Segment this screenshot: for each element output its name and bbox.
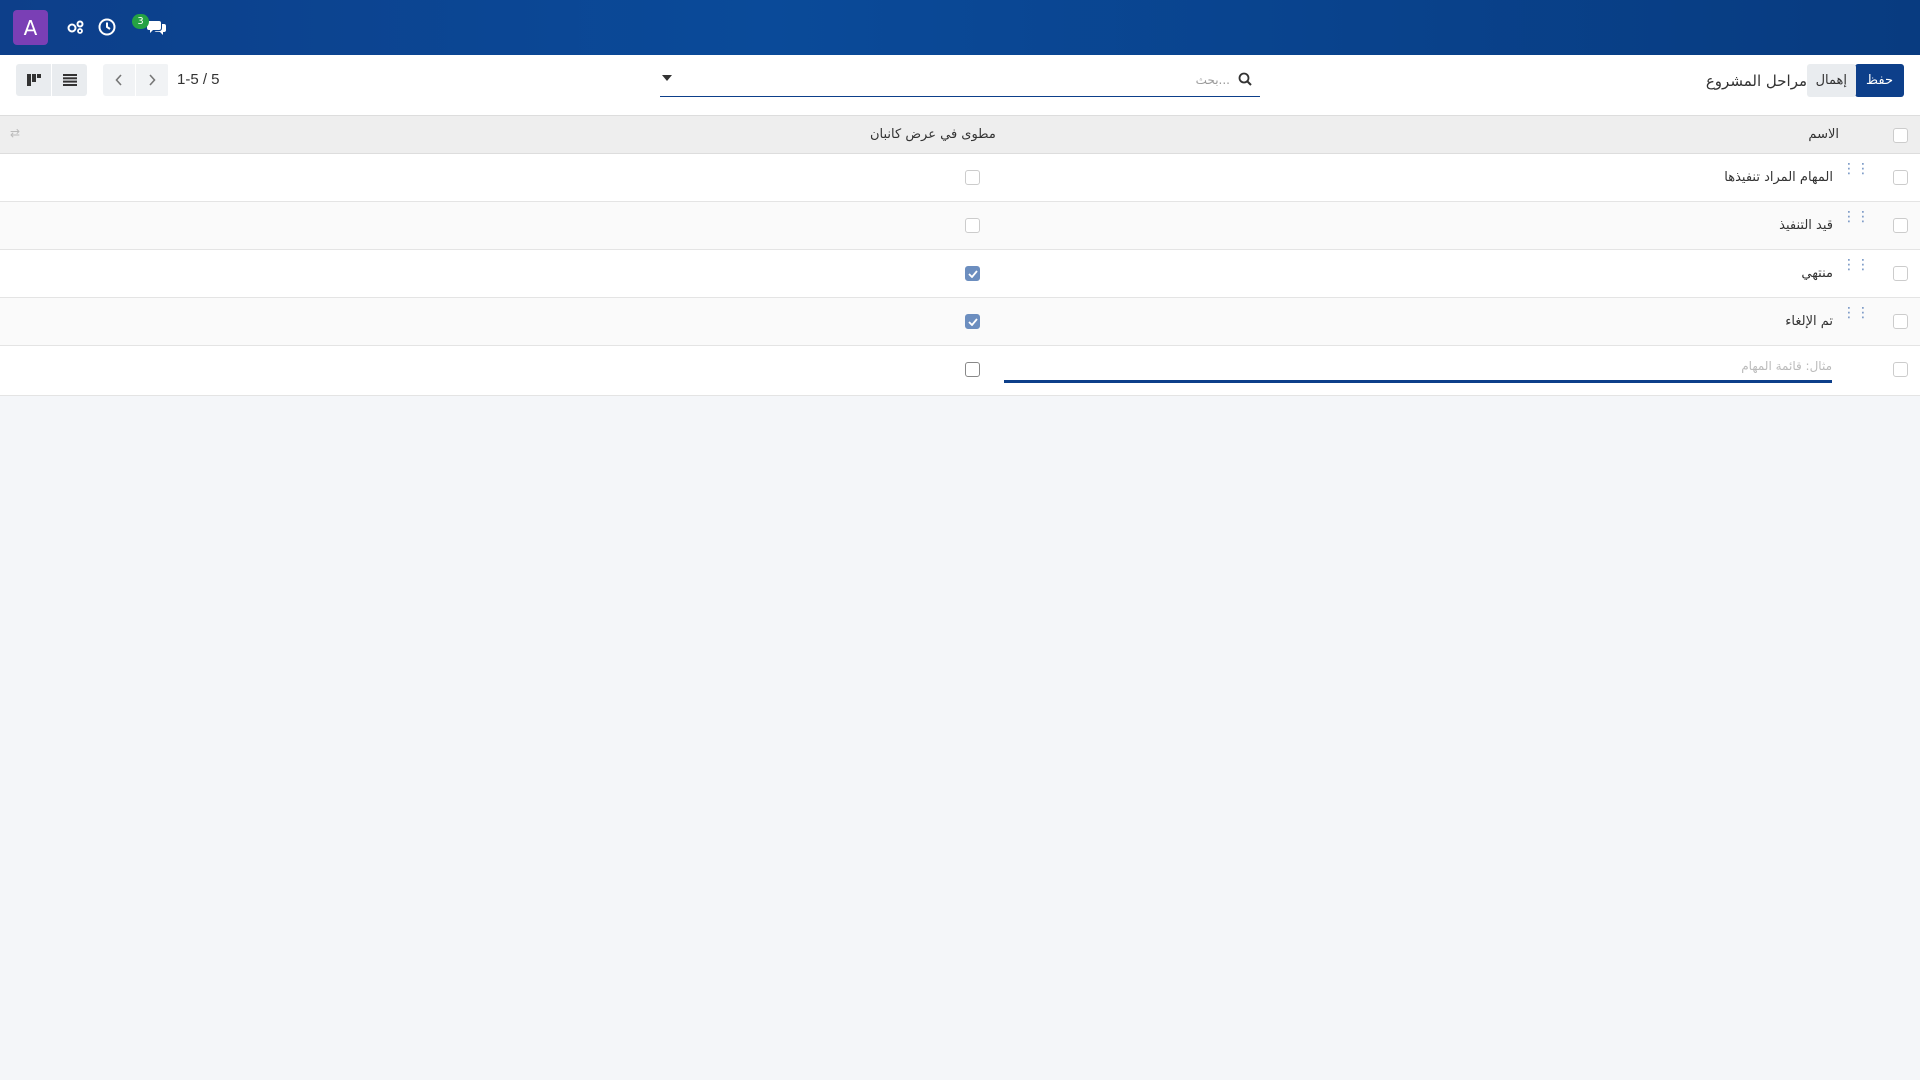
kanban-icon: [26, 74, 41, 86]
checkmark-icon: [967, 317, 978, 326]
list-view-button[interactable]: [52, 64, 87, 96]
fold-checkbox[interactable]: [965, 170, 980, 185]
row-checkbox[interactable]: [1893, 266, 1908, 281]
row-checkbox[interactable]: [1893, 170, 1908, 185]
top-navbar: A: [0, 0, 1920, 55]
drag-handle-icon[interactable]: ⋮⋮: [1842, 306, 1870, 320]
row-checkbox[interactable]: [1893, 218, 1908, 233]
optional-columns-toggle-icon[interactable]: ⇄: [10, 126, 20, 140]
pager-navigation: [103, 64, 169, 96]
avatar[interactable]: A: [13, 10, 48, 45]
new-row-editor[interactable]: مثال: قائمة المهام: [0, 346, 1920, 396]
fold-checkbox[interactable]: [965, 266, 980, 281]
fold-checkbox[interactable]: [965, 314, 980, 329]
stage-name-cell[interactable]: قيد التنفيذ: [1779, 218, 1833, 233]
chevron-right-icon: [149, 74, 156, 86]
table-row[interactable]: ⋮⋮ تم الإلغاء: [0, 298, 1920, 346]
new-stage-name-placeholder: مثال: قائمة المهام: [1741, 359, 1832, 373]
list-icon: [62, 74, 77, 86]
pager-value[interactable]: 1-5 / 5: [177, 71, 220, 88]
table-row[interactable]: ⋮⋮ منتهي: [0, 250, 1920, 298]
table-body: ⋮⋮ المهام المراد تنفيذها ⋮⋮ قيد التنفيذ …: [0, 154, 1920, 346]
chevron-left-icon: [115, 74, 122, 86]
table-row[interactable]: ⋮⋮ قيد التنفيذ: [0, 202, 1920, 250]
pager-next-button[interactable]: [136, 64, 168, 96]
drag-handle-icon[interactable]: ⋮⋮: [1842, 258, 1870, 272]
new-stage-name-input[interactable]: مثال: قائمة المهام: [1004, 356, 1832, 383]
discard-button[interactable]: إهمال: [1806, 64, 1856, 97]
messages-count-badge: 3: [132, 14, 149, 29]
search-input[interactable]: بحث...: [1196, 73, 1230, 87]
select-all-checkbox[interactable]: [1893, 128, 1908, 143]
fold-checkbox[interactable]: [965, 218, 980, 233]
page-title: مراحل المشروع: [1705, 72, 1807, 90]
view-switcher: [16, 64, 87, 96]
activity-settings-icon[interactable]: [65, 16, 87, 38]
drag-handle-icon[interactable]: ⋮⋮: [1842, 210, 1870, 224]
save-button[interactable]: حفظ: [1855, 64, 1904, 97]
stage-name-cell[interactable]: المهام المراد تنفيذها: [1724, 170, 1833, 185]
column-header-name[interactable]: الاسم: [1808, 127, 1839, 142]
stage-name-cell[interactable]: تم الإلغاء: [1785, 314, 1833, 329]
column-header-fold[interactable]: مطوى في عرض كانبان: [870, 127, 996, 142]
stages-list: الاسم مطوى في عرض كانبان ⇄ ⋮⋮ المهام الم…: [0, 115, 1920, 396]
stage-name-cell[interactable]: منتهي: [1801, 266, 1833, 281]
control-panel: حفظ إهمال مراحل المشروع بحث... 1-5 / 5: [0, 55, 1920, 115]
checkmark-icon: [967, 269, 978, 278]
table-header: الاسم مطوى في عرض كانبان ⇄: [0, 115, 1920, 154]
search-bar[interactable]: بحث...: [660, 65, 1260, 97]
kanban-view-button[interactable]: [16, 64, 51, 96]
fold-checkbox[interactable]: [965, 362, 980, 377]
chat-icon[interactable]: [146, 16, 168, 38]
drag-handle-icon[interactable]: ⋮⋮: [1842, 162, 1870, 176]
row-checkbox[interactable]: [1893, 314, 1908, 329]
search-options-dropdown-icon[interactable]: [662, 75, 672, 81]
pager-previous-button[interactable]: [103, 64, 135, 96]
search-icon[interactable]: [1238, 72, 1252, 90]
row-checkbox[interactable]: [1893, 362, 1908, 377]
clock-icon[interactable]: [96, 16, 118, 38]
table-row[interactable]: ⋮⋮ المهام المراد تنفيذها: [0, 154, 1920, 202]
